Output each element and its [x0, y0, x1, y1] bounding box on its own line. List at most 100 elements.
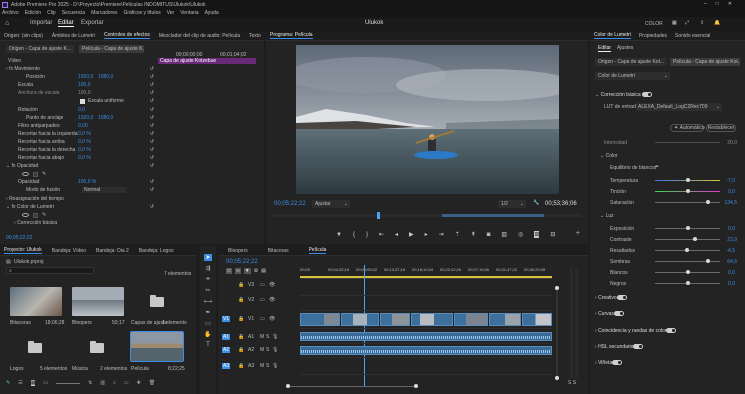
menu-ver[interactable]: Ver — [167, 10, 175, 16]
blacks-knob[interactable] — [686, 281, 690, 285]
shadows-slider[interactable] — [655, 259, 720, 263]
workspace-tab-exportar[interactable]: Exportar — [81, 20, 104, 26]
shadows-value[interactable]: 64,6 — [727, 259, 737, 265]
icon-view-icon[interactable]: ▦ — [30, 380, 36, 386]
tab-bandeja-dia2[interactable]: Bandeja: Dia 2 — [96, 248, 129, 254]
captions-icon[interactable]: ⊟ — [550, 231, 555, 238]
add-marker-icon[interactable]: ▼ — [243, 268, 251, 274]
hand-tool-icon[interactable]: ✋ — [204, 331, 211, 338]
eyedropper-icon[interactable]: ✒ — [655, 164, 659, 170]
tab-proyecto[interactable]: Proyecto: Ulukok — [4, 247, 42, 254]
reset-icon[interactable]: ↺ — [150, 107, 154, 113]
source-patch-v1[interactable]: V1 — [222, 316, 230, 322]
notifications-icon[interactable]: 🔔 — [714, 20, 720, 26]
eye-icon[interactable]: 👁 — [269, 316, 275, 322]
lock-icon[interactable]: 🔒 — [238, 297, 248, 303]
project-search-input[interactable]: ⌕ — [6, 267, 94, 274]
eye-icon[interactable]: 👁 — [269, 282, 275, 288]
reset-icon[interactable]: ↺ — [150, 82, 154, 88]
source-selector[interactable]: Origen - Capa de ajuste K... — [6, 45, 74, 53]
effect-opacity[interactable]: ⌄ fx Opacidad ↺ — [0, 162, 156, 170]
export-frame-icon[interactable]: ◙ — [487, 232, 491, 238]
workspaces-icon[interactable]: ▦ — [672, 20, 677, 26]
pen-tool-icon[interactable]: ✒ — [205, 309, 210, 316]
source-patch-a2[interactable]: A2 — [222, 347, 230, 353]
contrast-value[interactable]: 23,9 — [727, 237, 737, 243]
home-icon[interactable]: ⌂ — [5, 20, 9, 27]
reset-icon[interactable]: ↺ — [150, 204, 154, 210]
section-vignette[interactable]: › Viñeta — [595, 359, 740, 366]
tab-origen[interactable]: Origen: (sin clips) — [4, 33, 43, 39]
tab-seq-pelicula[interactable]: Película — [308, 247, 327, 254]
share-icon[interactable]: ⇪ — [700, 20, 704, 26]
track-select-icon[interactable]: ⇶ — [205, 265, 210, 272]
razor-tool-icon[interactable]: ✂ — [205, 287, 210, 294]
curves-toggle[interactable] — [613, 311, 624, 316]
tab-ambitos-lumetri[interactable]: Ámbitos de Lumetri — [52, 33, 95, 39]
section-hsl[interactable]: › HSL secundario — [595, 343, 740, 350]
temperature-slider[interactable] — [655, 178, 720, 182]
tab-texto[interactable]: Texto — [249, 33, 261, 39]
position-y[interactable]: 1080,0 — [98, 74, 113, 80]
reset-icon[interactable]: ↺ — [150, 74, 154, 80]
effect-controls-timecode[interactable]: 00;05;22;22 — [6, 235, 32, 241]
intensity-slider[interactable] — [655, 142, 720, 143]
tab-bandeja-video[interactable]: Bandeja: Vídeo — [52, 248, 86, 254]
mark-in-icon[interactable]: { — [353, 232, 355, 238]
reset-icon[interactable]: ↺ — [150, 187, 154, 193]
basic-toggle[interactable] — [642, 92, 653, 97]
pencil-icon[interactable]: ✎ — [6, 380, 10, 386]
lock-icon[interactable]: 🔒 — [238, 363, 248, 369]
snap-icon[interactable]: ⊂ — [226, 268, 233, 274]
folder-icon-logos[interactable] — [28, 341, 42, 353]
zoom-slider[interactable] — [56, 382, 81, 384]
blacks-slider[interactable] — [655, 281, 720, 285]
timeline-timecode[interactable]: 00;05;22;22 — [226, 259, 258, 265]
menu-clip[interactable]: Clip — [47, 10, 56, 16]
timeline-settings-icon[interactable]: ⚙ — [254, 268, 258, 274]
ripple-edit-icon[interactable]: ⟛ — [205, 276, 210, 283]
type-tool-icon[interactable]: T — [206, 342, 210, 348]
subtab-editar[interactable]: Editar — [598, 45, 612, 52]
auto-button[interactable]: ✦ Automático — [670, 124, 705, 132]
crop-bottom-value[interactable]: 0,0 % — [78, 155, 91, 161]
highlights-knob[interactable] — [685, 248, 689, 252]
program-playhead[interactable] — [377, 212, 381, 219]
eye-icon[interactable]: 👁 — [269, 297, 275, 303]
effect-time-remap[interactable]: › Reasignación del tiempo — [0, 195, 156, 203]
tab-programa[interactable]: Programa: Película — [270, 32, 313, 39]
thumb-pelicula[interactable] — [130, 331, 184, 362]
lock-icon[interactable]: 🔒 — [238, 316, 248, 322]
rect-mask-icon[interactable] — [33, 171, 38, 177]
workspace-tab-editar[interactable]: Editar — [58, 20, 74, 27]
lumetri-effect-select[interactable]: Color de Lumetri ⌄ — [595, 72, 670, 80]
tint-value[interactable]: 0,0 — [728, 189, 735, 195]
contrast-slider[interactable] — [655, 237, 720, 241]
pen-mask-icon[interactable]: ✎ — [42, 171, 46, 177]
go-to-out-icon[interactable]: ⇥ — [439, 231, 444, 238]
pen-mask-icon[interactable]: ✎ — [42, 212, 46, 218]
sync-icon[interactable]: ▭ — [260, 282, 269, 288]
vignette-toggle[interactable] — [612, 360, 623, 365]
tint-knob[interactable] — [686, 189, 690, 193]
crop-top-value[interactable]: 0,0 % — [78, 139, 91, 145]
slip-tool-icon[interactable]: ⟷ — [204, 298, 213, 305]
hsl-toggle[interactable] — [633, 344, 644, 349]
tab-seq-bitacoras[interactable]: Bitacoras — [268, 248, 289, 254]
tab-controles-efectos[interactable]: Controles de efectos — [103, 32, 150, 39]
reset-button[interactable]: Restablecer — [706, 124, 736, 132]
mic-icon[interactable]: 🎙 — [272, 347, 278, 353]
workspace-color-label[interactable]: COLOR — [645, 21, 663, 27]
reset-icon[interactable]: ↺ — [150, 147, 154, 153]
effect-lumetri[interactable]: ⌄ fx Color de Lumetri ↺ — [0, 203, 156, 211]
workspace-tab-importar[interactable]: Importar — [30, 20, 52, 26]
mic-icon[interactable]: 🎙 — [272, 334, 278, 340]
section-color[interactable]: ⌄ Color — [600, 153, 618, 159]
reset-icon[interactable]: ↺ — [150, 139, 154, 145]
position-x[interactable]: 1920,0 — [78, 74, 98, 80]
thumb-bitacoras[interactable] — [10, 287, 62, 316]
video-clip-4[interactable] — [411, 313, 453, 326]
tab-color-lumetri[interactable]: Color de Lumetri — [594, 32, 631, 39]
mark-out-icon[interactable]: } — [366, 232, 368, 238]
safe-margins-icon[interactable]: ⊞ — [534, 231, 540, 238]
